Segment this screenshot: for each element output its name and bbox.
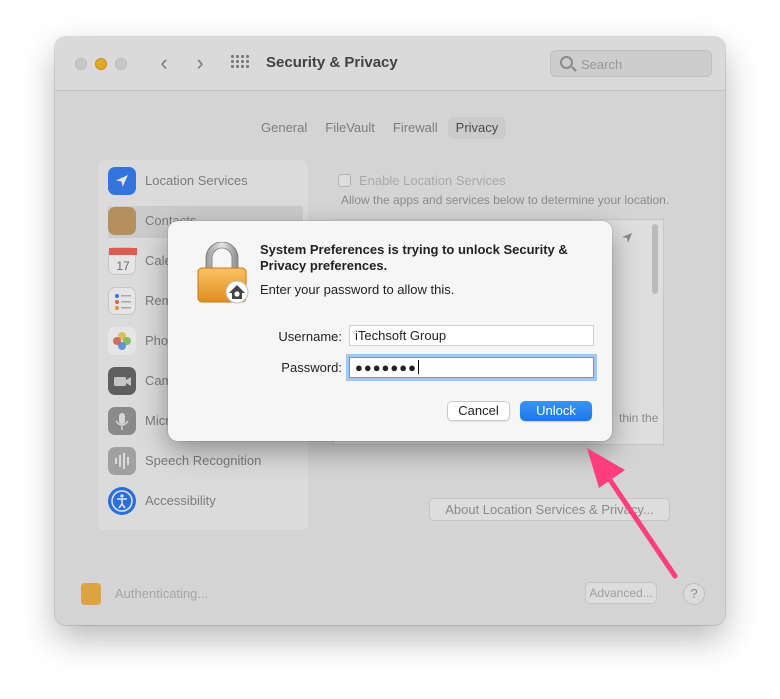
annotation-arrow-icon bbox=[587, 448, 678, 579]
password-masked-value: ●●●●●●● bbox=[355, 360, 417, 375]
password-field[interactable]: ●●●●●●● bbox=[349, 357, 594, 378]
dialog-message: Enter your password to allow this. bbox=[260, 282, 455, 297]
password-label: Password: bbox=[281, 360, 342, 375]
unlock-dialog: System Preferences is trying to unlock S… bbox=[168, 221, 612, 441]
username-field[interactable]: iTechsoft Group bbox=[349, 325, 594, 346]
unlock-button[interactable]: Unlock bbox=[520, 401, 592, 421]
padlock-icon bbox=[197, 242, 249, 304]
dialog-title: System Preferences is trying to unlock S… bbox=[260, 242, 568, 273]
username-label: Username: bbox=[278, 329, 342, 344]
cancel-button[interactable]: Cancel bbox=[447, 401, 510, 421]
text-caret bbox=[417, 360, 419, 374]
